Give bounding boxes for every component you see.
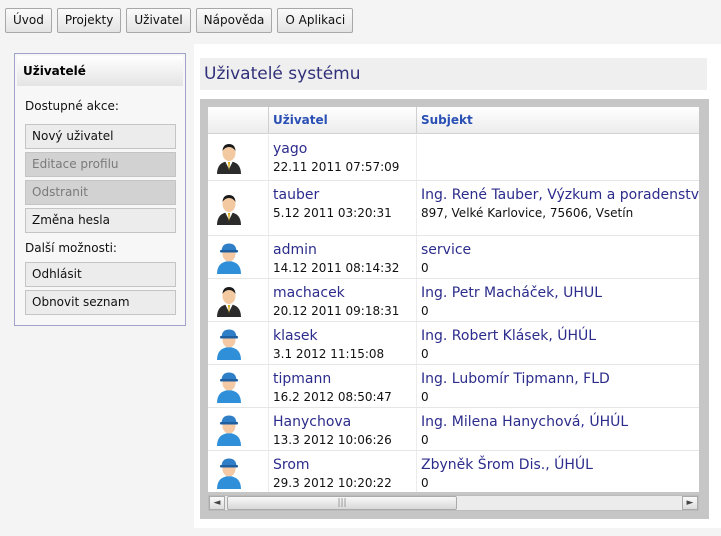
logout-button[interactable]: Odhlásit <box>25 262 176 287</box>
user-worker-icon <box>214 242 244 274</box>
subject-address: 0 <box>421 390 429 404</box>
last-login-date: 16.2 2012 08:50:47 <box>273 390 392 404</box>
icon-column-header <box>208 107 268 134</box>
last-login-date: 3.1 2012 11:15:08 <box>273 347 385 361</box>
scroll-thumb[interactable]: ||| <box>227 496 457 510</box>
table-header: Uživatel Subjekt <box>208 107 699 134</box>
scroll-left-button[interactable]: ◄ <box>209 496 225 510</box>
user-name[interactable]: klasek <box>273 328 318 344</box>
sidebar-panel: Uživatelé Dostupné akce: Nový uživatel E… <box>14 53 186 326</box>
user-name[interactable]: tauber <box>273 187 319 203</box>
last-login-date: 22.11 2011 07:57:09 <box>273 160 400 174</box>
table-row[interactable]: klasek 3.1 2012 11:15:08 Ing. Robert Kláse… <box>208 322 699 365</box>
column-divider <box>416 135 417 180</box>
available-actions-label: Dostupné akce: <box>25 99 119 113</box>
new-user-button[interactable]: Nový uživatel <box>25 124 176 149</box>
scroll-right-button[interactable]: ► <box>682 496 698 510</box>
user-name[interactable]: admin <box>273 242 317 258</box>
subject-name[interactable]: Ing. Lubomír Tipmann, FLD <box>421 371 610 387</box>
column-divider <box>416 181 417 235</box>
column-divider <box>416 322 417 364</box>
user-suit-icon <box>214 285 244 317</box>
column-divider <box>416 365 417 407</box>
page-title: Uživatelé systému <box>200 58 707 90</box>
subject-address: 0 <box>421 347 429 361</box>
sidebar-title: Uživatelé <box>17 56 183 86</box>
subject-name[interactable]: Ing. Milena Hanychová, ÚHÚL <box>421 414 628 430</box>
table-row[interactable]: machacek 20.12 2011 09:18:31 Ing. Petr Mac… <box>208 279 699 322</box>
column-divider <box>268 408 269 450</box>
user-suit-icon <box>214 142 244 174</box>
column-divider <box>268 135 269 180</box>
last-login-date: 29.3 2012 10:20:22 <box>273 476 392 490</box>
user-name[interactable]: yago <box>273 141 307 157</box>
user-worker-icon <box>214 457 244 489</box>
nav-o-aplikaci-button[interactable]: O Aplikaci <box>277 8 354 33</box>
table-row[interactable]: tipmann 16.2 2012 08:50:47 Ing. Lubomír Ti… <box>208 365 699 408</box>
column-divider <box>268 236 269 278</box>
nav-projekty-button[interactable]: Projekty <box>56 8 122 33</box>
column-divider <box>416 279 417 321</box>
user-name[interactable]: Srom <box>273 457 310 473</box>
table-row[interactable]: Srom 29.3 2012 10:20:22 Zbyněk Šrom Dis., … <box>208 451 699 492</box>
last-login-date: 20.12 2011 09:18:31 <box>273 304 400 318</box>
change-password-button[interactable]: Změna hesla <box>25 208 176 233</box>
refresh-list-button[interactable]: Obnovit seznam <box>25 290 176 315</box>
more-options-label: Další možnosti: <box>25 241 117 255</box>
column-divider <box>268 279 269 321</box>
table-row[interactable]: Hanychova 13.3 2012 10:06:26 Ing. Milena H… <box>208 408 699 451</box>
users-grid-frame: Uživatel Subjekt yago 22.11 2011 07:57:09… <box>200 99 709 519</box>
nav-napoveda-button[interactable]: Nápověda <box>195 8 273 33</box>
column-divider <box>268 181 269 235</box>
delete-button[interactable]: Odstranit <box>25 180 176 205</box>
subject-name[interactable]: Ing. Petr Macháček, UHUL <box>421 285 602 301</box>
last-login-date: 14.12 2011 08:14:32 <box>273 261 400 275</box>
top-navigation: Úvod Projekty Uživatel Nápověda O Aplika… <box>5 8 354 33</box>
table-row[interactable]: yago 22.11 2011 07:57:09 <box>208 135 699 181</box>
subject-column-header[interactable]: Subjekt <box>416 107 699 134</box>
column-divider <box>416 236 417 278</box>
user-worker-icon <box>214 371 244 403</box>
edit-profile-button[interactable]: Editace profilu <box>25 152 176 177</box>
nav-uvod-button[interactable]: Úvod <box>5 8 52 33</box>
user-suit-icon <box>214 193 244 225</box>
user-worker-icon <box>214 414 244 446</box>
column-divider <box>268 451 269 492</box>
column-divider <box>416 408 417 450</box>
user-worker-icon <box>214 328 244 360</box>
column-divider <box>268 365 269 407</box>
last-login-date: 13.3 2012 10:06:26 <box>273 433 392 447</box>
column-divider <box>416 451 417 492</box>
subject-name[interactable]: service <box>421 242 471 258</box>
horizontal-scrollbar[interactable]: ◄ ||| ► <box>208 495 699 511</box>
subject-name[interactable]: Ing. Robert Klásek, ÚHÚL <box>421 328 596 344</box>
user-name[interactable]: tipmann <box>273 371 331 387</box>
users-table: Uživatel Subjekt yago 22.11 2011 07:57:09… <box>208 107 699 492</box>
subject-address: 0 <box>421 261 429 275</box>
subject-name[interactable]: Zbyněk Šrom Dis., ÚHÚL <box>421 457 593 473</box>
table-row[interactable]: tauber 5.12 2011 03:20:31 Ing. René Tauber… <box>208 181 699 236</box>
subject-address: 0 <box>421 304 429 318</box>
user-name[interactable]: machacek <box>273 285 345 301</box>
last-login-date: 5.12 2011 03:20:31 <box>273 206 392 220</box>
subject-address: 897, Velké Karlovice, 75606, Vsetín <box>421 206 634 220</box>
subject-name[interactable]: Ing. René Tauber, Výzkum a poradenství v <box>421 187 699 203</box>
column-divider <box>268 322 269 364</box>
user-name[interactable]: Hanychova <box>273 414 351 430</box>
subject-address: 0 <box>421 433 429 447</box>
table-row[interactable]: admin 14.12 2011 08:14:32 service 0 <box>208 236 699 279</box>
main-panel: Uživatelé systému Uživatel Subjekt yago 2… <box>194 44 721 528</box>
nav-uzivatel-button[interactable]: Uživatel <box>126 8 191 33</box>
subject-address: 0 <box>421 476 429 490</box>
user-column-header[interactable]: Uživatel <box>268 107 416 134</box>
